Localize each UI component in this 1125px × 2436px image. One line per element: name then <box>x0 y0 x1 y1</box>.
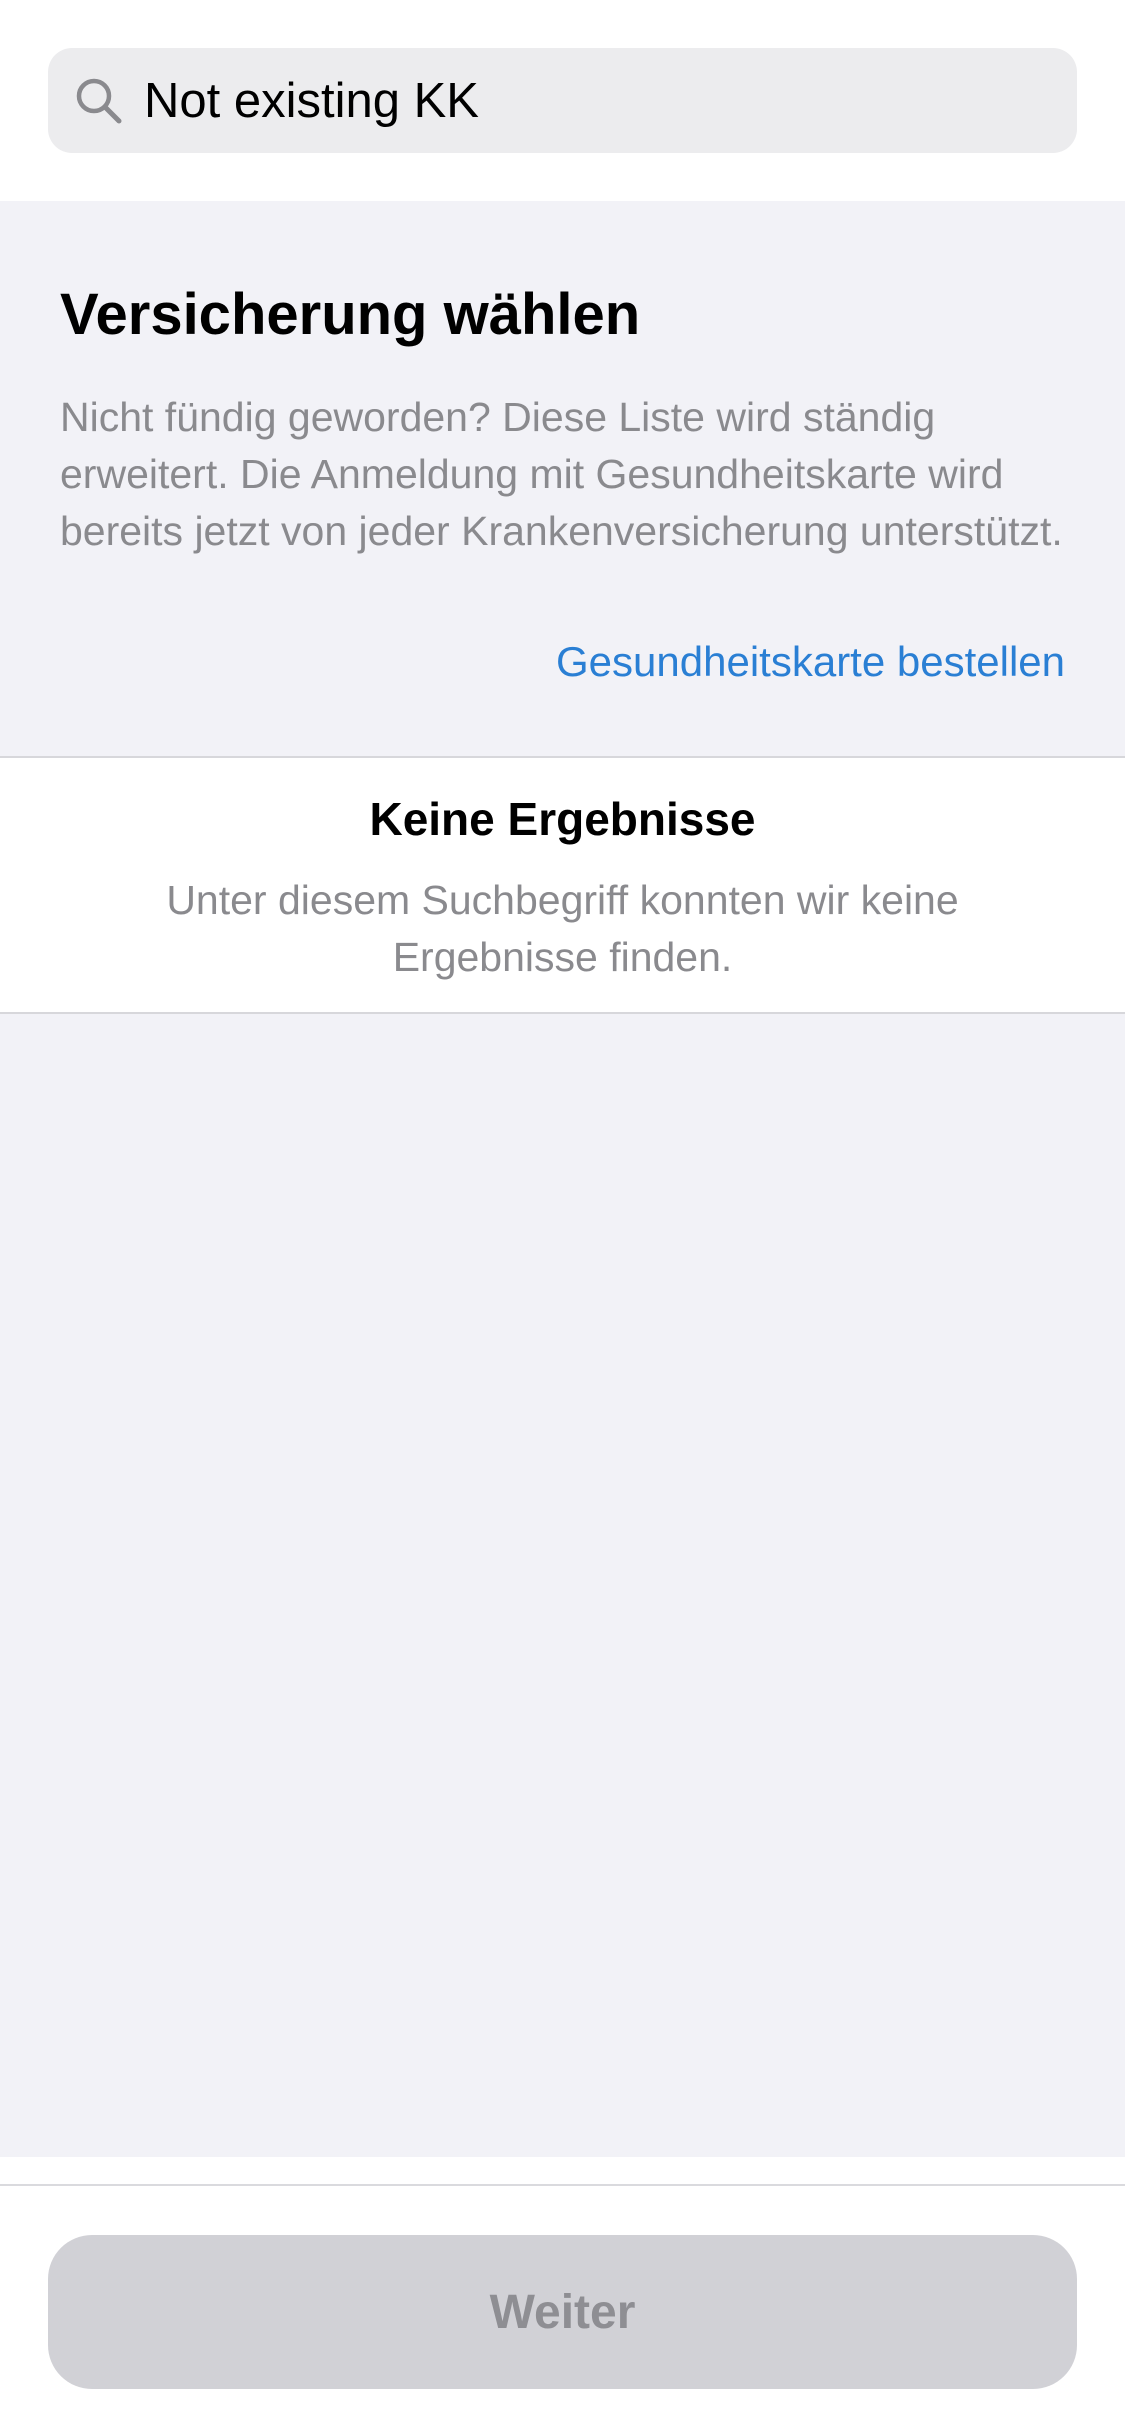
insurance-intro: Versicherung wählen Nicht fündig geworde… <box>0 201 1125 756</box>
intro-description: Nicht fündig geworden? Diese Liste wird … <box>60 394 1063 554</box>
search-icon <box>74 76 124 126</box>
no-results-section: Keine Ergebnisse Unter diesem Suchbegrif… <box>0 756 1125 1014</box>
footer-divider <box>0 2184 1125 2186</box>
next-button[interactable]: Weiter <box>48 2235 1077 2389</box>
order-health-card-link[interactable]: Gesundheitskarte bestellen <box>556 638 1065 686</box>
page-title: Versicherung wählen <box>60 282 641 347</box>
no-results-title: Keine Ergebnisse <box>369 793 756 845</box>
search-bar[interactable] <box>48 48 1077 153</box>
search-input[interactable] <box>144 48 1044 153</box>
search-header <box>0 0 1125 201</box>
footer: Weiter <box>0 2157 1125 2436</box>
no-results-message: Unter diesem Suchbegriff konnten wir kei… <box>166 877 959 980</box>
